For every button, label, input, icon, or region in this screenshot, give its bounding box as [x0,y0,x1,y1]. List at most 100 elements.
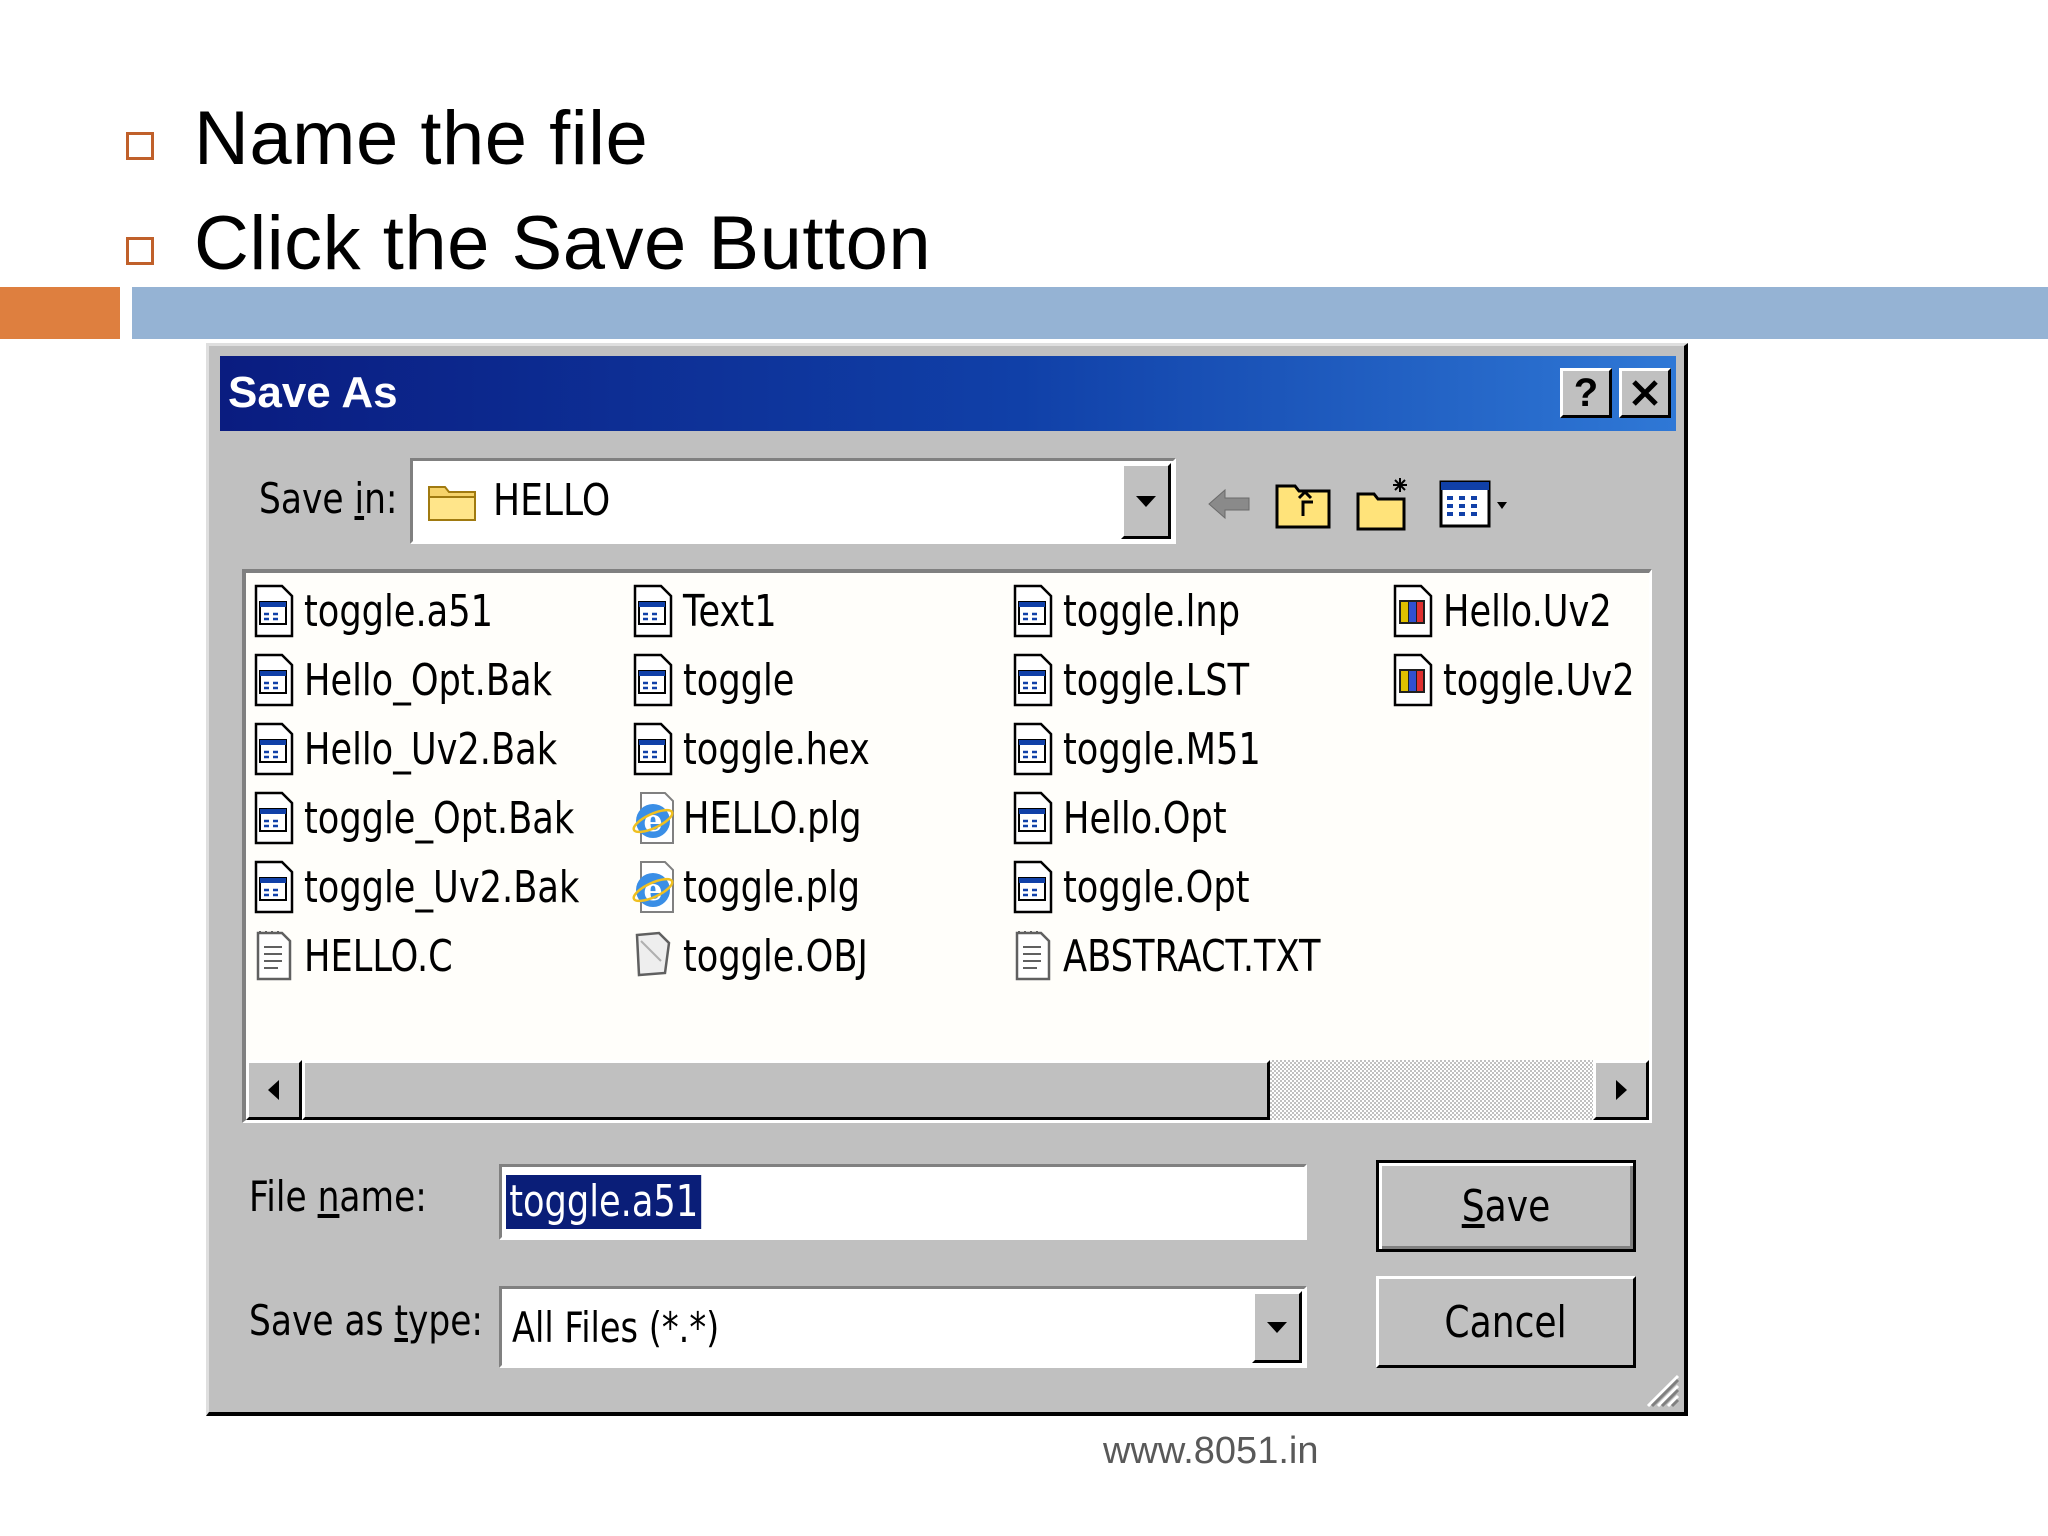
bullet-1: Name the file [126,95,648,182]
file-item[interactable]: Text1 [631,581,800,641]
file-name: toggle.hex [683,723,870,775]
folder-icon [428,486,476,521]
file-item[interactable]: Hello_Opt.Bak [252,650,614,710]
document-icon [252,722,296,776]
uvision-project-icon [1391,584,1435,638]
file-name: ABSTRACT.TXT [1063,930,1321,982]
save-in-dropdown[interactable]: HELLO [410,458,1176,544]
save-as-type-label: Save as type: [249,1296,484,1345]
document-icon [252,653,296,707]
file-item[interactable]: toggle.LST [1011,650,1296,710]
svg-text:e: e [643,804,662,839]
save-as-dialog: Save As ? Save in: HELLO toggle.a51 Hell… [206,343,1688,1416]
document-icon [252,860,296,914]
file-name-value: toggle.a51 [506,1175,702,1229]
file-item[interactable]: toggle.lnp [1011,581,1284,641]
file-name: Text1 [683,585,777,637]
file-name: Hello_Uv2.Bak [304,723,558,775]
file-name: HELLO.C [304,930,453,982]
file-item[interactable]: toggle.Opt [1011,857,1296,917]
document-icon [631,653,675,707]
chevron-down-icon [1136,495,1156,507]
chevron-down-icon [1267,1321,1287,1333]
file-name-input[interactable]: toggle.a51 [499,1164,1307,1240]
accent-band-blue [132,287,2048,339]
file-item[interactable]: HELLO.C [252,926,490,986]
document-icon [1011,584,1055,638]
svg-text:e: e [643,873,662,908]
file-name: toggle_Uv2.Bak [304,861,580,913]
file-name: toggle.Uv2 [1443,654,1635,706]
scroll-right-button[interactable] [1593,1060,1649,1120]
bullet-text: Click the Save Button [194,201,932,286]
file-name: toggle_Opt.Bak [304,792,575,844]
new-folder-icon[interactable] [1354,474,1414,534]
file-item[interactable]: Hello.Uv2 [1391,581,1649,641]
save-in-label: Save in: [259,474,398,523]
bullet-box-icon [126,236,154,265]
ie-icon: e [631,860,675,914]
document-icon [1011,860,1055,914]
view-menu-icon[interactable] [1437,474,1517,534]
accent-band-orange [0,287,120,339]
save-as-type-dropdown[interactable]: All Files (*.*) [499,1286,1307,1368]
file-item[interactable]: toggle_Opt.Bak [252,788,642,848]
up-folder-icon[interactable] [1273,474,1333,534]
file-item[interactable]: toggle.Uv2 [1391,650,1649,710]
file-name: toggle.OBJ [683,930,868,982]
file-name: Hello.Opt [1063,792,1227,844]
scroll-left-button[interactable] [246,1060,302,1120]
file-item[interactable]: toggle.hex [631,719,917,779]
document-icon [1011,653,1055,707]
save-as-type-value: All Files (*.*) [512,1303,720,1352]
file-item[interactable]: e toggle.plg [631,857,904,917]
file-item[interactable]: ABSTRACT.TXT [1011,926,1385,986]
file-name: toggle.lnp [1063,585,1241,637]
file-item[interactable]: Hello.Opt [1011,788,1268,848]
document-icon [631,584,675,638]
dialog-title: Save As [228,368,398,417]
file-name: toggle [683,654,795,706]
file-item[interactable]: toggle_Uv2.Bak [252,857,648,917]
horizontal-scrollbar[interactable] [246,1060,1649,1120]
file-name: toggle.Opt [1063,861,1250,913]
file-item[interactable]: Hello_Uv2.Bak [252,719,620,779]
save-button[interactable]: Save [1376,1160,1636,1252]
file-item[interactable]: toggle [631,650,822,710]
file-list[interactable]: toggle.a51 Hello_Opt.Bak Hello_Uv2.Bak togg… [242,569,1652,1123]
help-button[interactable]: ? [1560,368,1612,418]
document-icon [252,584,296,638]
file-name: Hello.Uv2 [1443,585,1612,637]
document-icon [631,722,675,776]
document-icon [1011,791,1055,845]
file-item[interactable]: toggle.OBJ [631,926,914,986]
resize-grip-icon[interactable] [1640,1368,1680,1408]
close-icon [1632,380,1658,406]
save-as-type-dropdown-button[interactable] [1252,1291,1302,1363]
back-icon[interactable] [1201,474,1261,534]
file-item[interactable]: e HELLO.plg [631,788,906,848]
file-name: toggle.LST [1063,654,1250,706]
file-name: toggle.M51 [1063,723,1261,775]
file-name: toggle.a51 [304,585,494,637]
bullet-box-icon [126,131,154,160]
ie-icon: e [631,791,675,845]
title-bar[interactable]: Save As ? [220,356,1676,431]
arrow-left-icon [268,1080,279,1100]
close-button[interactable] [1619,368,1671,418]
file-item[interactable]: toggle.M51 [1011,719,1310,779]
arrow-right-icon [1616,1080,1627,1100]
document-icon [252,791,296,845]
file-name: toggle.plg [683,861,861,913]
save-in-dropdown-button[interactable] [1121,463,1171,539]
footer-url: www.8051.in [1103,1430,1319,1472]
document-icon [1011,722,1055,776]
text-file-icon [1011,929,1055,983]
uvision-project-icon [1391,653,1435,707]
file-item[interactable]: toggle.a51 [252,581,540,641]
file-name: HELLO.plg [683,792,862,844]
scroll-thumb[interactable] [302,1060,1270,1120]
text-file-icon [252,929,296,983]
cancel-button[interactable]: Cancel [1376,1276,1636,1368]
bullet-2: Click the Save Button [126,200,931,287]
